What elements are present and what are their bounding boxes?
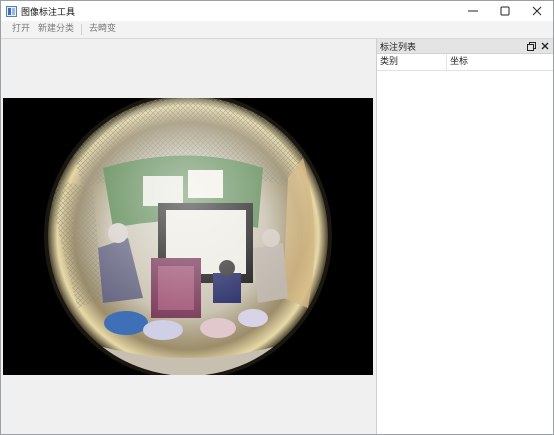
dock-header: 标注列表: [377, 39, 553, 54]
canvas-area[interactable]: [1, 39, 375, 434]
new-category-button[interactable]: 新建分类: [34, 22, 78, 37]
dock-title: 标注列表: [380, 42, 417, 53]
fisheye-photo[interactable]: [3, 98, 373, 375]
window-controls: [457, 1, 553, 21]
title-bar: 图像标注工具: [1, 1, 553, 21]
open-button[interactable]: 打开: [8, 22, 34, 37]
dock-buttons: [523, 39, 551, 53]
annotation-list-panel: 标注列表 类别 坐标: [376, 39, 553, 434]
undistort-button[interactable]: 去畸变: [85, 22, 120, 37]
table-header: 类别 坐标: [377, 54, 553, 71]
main-window: 图像标注工具 打开 新建分类 去畸变 标注列表 类别 坐标: [0, 0, 554, 435]
minimize-icon: [468, 10, 478, 12]
fisheye-image: [3, 98, 373, 375]
column-header-coordinates[interactable]: 坐标: [447, 54, 553, 70]
close-icon: [541, 42, 549, 50]
close-icon: [532, 6, 542, 16]
close-button[interactable]: [521, 1, 553, 21]
app-image-icon: [6, 5, 17, 17]
toolbar-separator: [81, 24, 83, 35]
dock-close-button[interactable]: [539, 40, 551, 52]
window-title: 图像标注工具: [21, 7, 76, 18]
column-header-category[interactable]: 类别: [377, 54, 447, 70]
float-icon: [526, 41, 536, 51]
annotation-table-body[interactable]: [377, 71, 553, 434]
toolbar: 打开 新建分类 去畸变: [1, 21, 553, 39]
minimize-button[interactable]: [457, 1, 489, 21]
maximize-icon: [500, 6, 510, 16]
maximize-button[interactable]: [489, 1, 521, 21]
float-button[interactable]: [525, 40, 537, 52]
